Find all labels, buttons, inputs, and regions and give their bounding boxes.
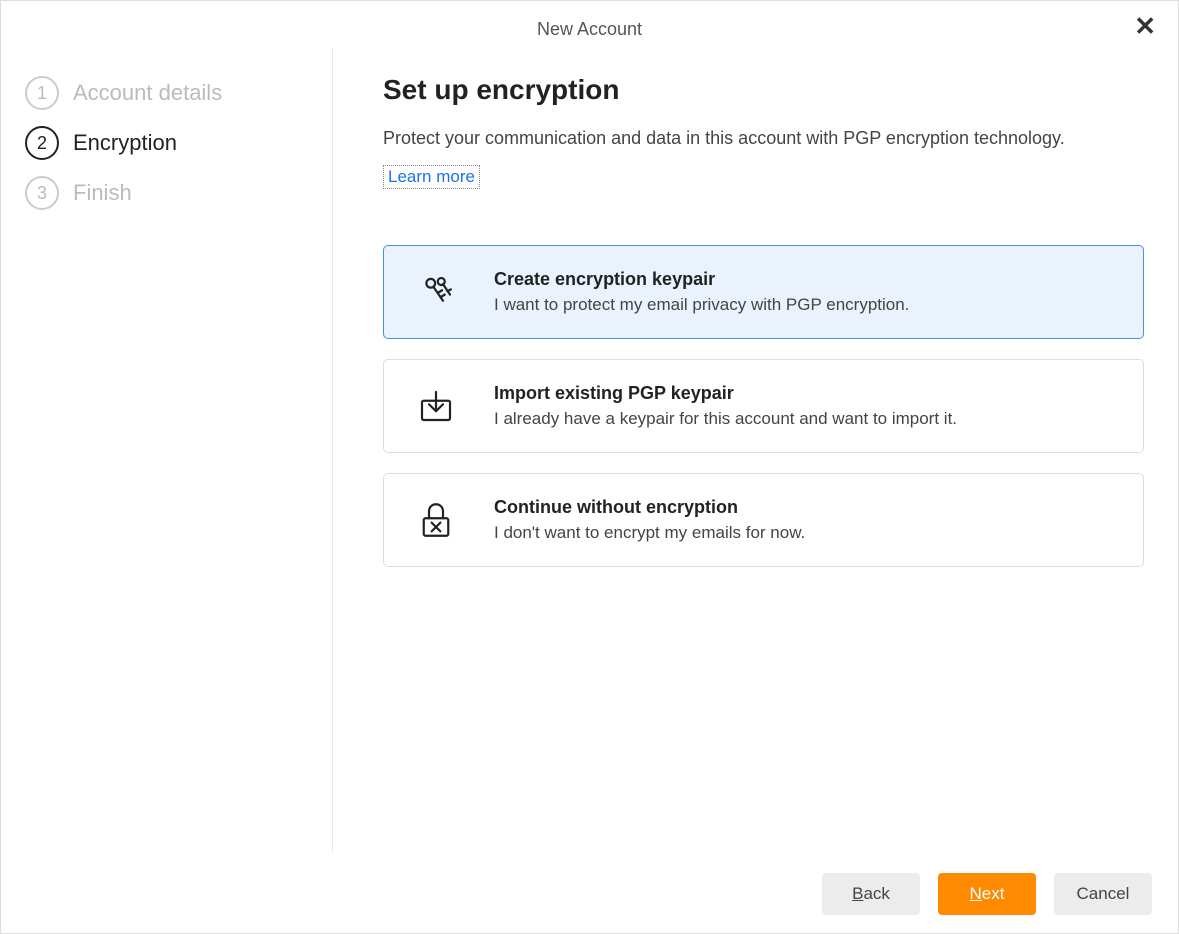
step-encryption[interactable]: 2 Encryption (25, 126, 308, 160)
option-no-encryption[interactable]: Continue without encryption I don't want… (383, 473, 1144, 567)
option-description: I don't want to encrypt my emails for no… (494, 522, 805, 544)
lock-x-icon (412, 496, 460, 544)
step-account-details[interactable]: 1 Account details (25, 76, 308, 110)
close-icon[interactable]: ✕ (1134, 13, 1156, 39)
option-title: Create encryption keypair (494, 269, 909, 290)
next-button-rest: ext (982, 884, 1005, 903)
encryption-options: Create encryption keypair I want to prot… (383, 245, 1144, 567)
wizard-sidebar: 1 Account details 2 Encryption 3 Finish (1, 48, 333, 852)
window-title: New Account (537, 19, 642, 39)
back-button-accel: B (852, 884, 863, 903)
back-button[interactable]: Back (822, 873, 920, 915)
learn-more-link[interactable]: Learn more (383, 165, 480, 189)
option-description: I want to protect my email privacy with … (494, 294, 909, 316)
step-number: 3 (25, 176, 59, 210)
cancel-button[interactable]: Cancel (1054, 873, 1152, 915)
next-button[interactable]: Next (938, 873, 1036, 915)
step-finish[interactable]: 3 Finish (25, 176, 308, 210)
option-description: I already have a keypair for this accoun… (494, 408, 957, 430)
step-label: Encryption (73, 130, 177, 156)
next-button-accel: N (970, 884, 982, 903)
wizard-footer: Back Next Cancel (1, 855, 1178, 933)
page-heading: Set up encryption (383, 74, 1144, 106)
step-label: Account details (73, 80, 222, 106)
main-content: Set up encryption Protect your communica… (333, 48, 1178, 852)
step-label: Finish (73, 180, 132, 206)
import-icon (412, 382, 460, 430)
title-bar: New Account ✕ (1, 1, 1178, 48)
option-title: Continue without encryption (494, 497, 805, 518)
step-number: 2 (25, 126, 59, 160)
page-description: Protect your communication and data in t… (383, 126, 1144, 151)
option-import-keypair[interactable]: Import existing PGP keypair I already ha… (383, 359, 1144, 453)
step-number: 1 (25, 76, 59, 110)
keys-icon (412, 268, 460, 316)
back-button-rest: ack (863, 884, 889, 903)
option-title: Import existing PGP keypair (494, 383, 957, 404)
option-create-keypair[interactable]: Create encryption keypair I want to prot… (383, 245, 1144, 339)
